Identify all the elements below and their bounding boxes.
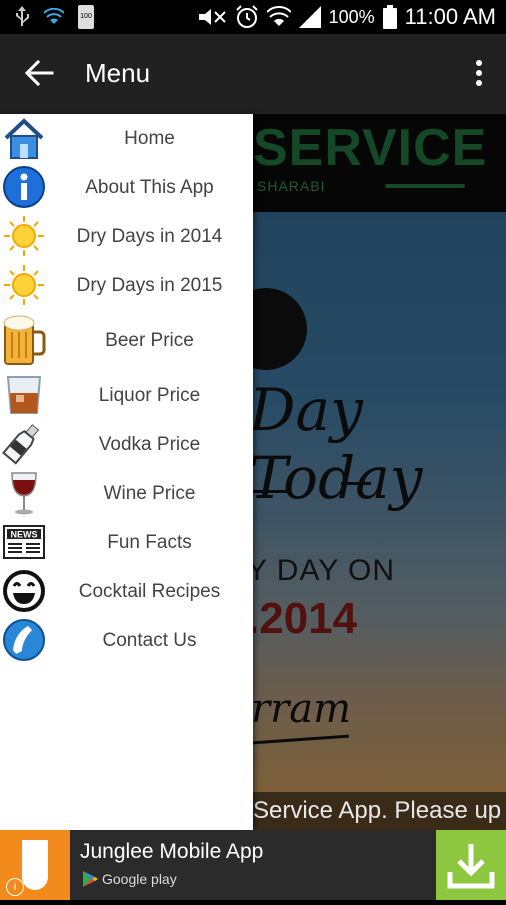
nav-item-label: Vodka Price — [98, 433, 201, 455]
nav-item-wine-price[interactable]: Wine Price — [0, 469, 253, 518]
nav-item-cocktail-recipes[interactable]: Cocktail Recipes — [0, 567, 253, 616]
ad-info-icon[interactable]: i — [6, 878, 24, 896]
signal-icon — [298, 6, 321, 28]
sun-icon — [4, 265, 44, 305]
status-bar: 100 100% 11:00 AM — [0, 0, 506, 34]
background-content: SERVICE SHARABI Day Today Y DAY ON .2014… — [253, 114, 506, 830]
home-icon — [4, 118, 44, 159]
page-title: Menu — [85, 58, 151, 88]
nav-item-about[interactable]: About This App — [0, 163, 253, 212]
junglee-logo-icon — [22, 840, 48, 890]
ad-title[interactable]: Junglee Mobile App — [80, 840, 263, 864]
overflow-dot-icon — [476, 70, 482, 76]
info-icon — [3, 166, 45, 208]
nav-item-vodka-price[interactable]: Vodka Price — [0, 420, 253, 469]
google-play-icon — [83, 871, 98, 887]
nav-item-label: About This App — [85, 176, 214, 198]
battery-percent: 100% — [328, 6, 375, 27]
ad-banner[interactable]: i Junglee Mobile App Google play — [0, 830, 506, 900]
nav-item-label: Home — [124, 127, 175, 149]
overflow-dot-icon — [476, 80, 482, 86]
drawer-scrim[interactable] — [253, 114, 506, 830]
nav-item-dry-days-2015[interactable]: Dry Days in 2015 — [0, 261, 253, 310]
alarm-icon — [235, 5, 258, 28]
nav-item-liquor-price[interactable]: Liquor Price — [0, 371, 253, 420]
back-button[interactable] — [22, 56, 56, 90]
overflow-menu-button[interactable] — [474, 60, 484, 90]
google-play-badge: Google play — [82, 870, 177, 888]
app-bar: Menu — [0, 34, 506, 114]
nav-item-label: Cocktail Recipes — [78, 580, 221, 602]
google-play-label: Google play — [102, 871, 177, 887]
ad-download-button[interactable] — [436, 830, 506, 900]
beer-mug-icon — [3, 315, 46, 365]
clock: 11:00 AM — [404, 4, 496, 29]
wifi-icon — [266, 6, 291, 26]
nav-item-home[interactable]: Home — [0, 114, 253, 163]
ad-app-logo[interactable]: i — [0, 830, 70, 900]
download-icon — [447, 844, 495, 889]
arrow-back-icon — [24, 59, 54, 87]
nav-item-fun-facts[interactable]: NEWS Fun Facts — [0, 518, 253, 567]
nav-item-label: Liquor Price — [98, 384, 201, 406]
news-icon: NEWS — [3, 525, 45, 559]
nav-item-contact-us[interactable]: Contact Us — [0, 616, 253, 665]
nav-item-label: Fun Facts — [107, 531, 192, 553]
svg-text:NEWS: NEWS — [11, 530, 38, 540]
nav-item-beer-price[interactable]: Beer Price — [0, 312, 253, 370]
wine-glass-icon — [11, 472, 37, 515]
smiley-icon — [3, 570, 45, 612]
marquee-text: Service App. Please up — [253, 792, 506, 830]
vodka-bottle-icon — [2, 424, 40, 465]
battery-icon — [382, 5, 397, 29]
wifi-small-icon — [44, 8, 64, 24]
mute-icon — [198, 9, 226, 25]
nav-item-dry-days-2014[interactable]: Dry Days in 2014 — [0, 212, 253, 261]
nav-item-label: Beer Price — [105, 330, 194, 351]
nav-item-label: Dry Days in 2015 — [76, 274, 223, 296]
nav-item-label: Dry Days in 2014 — [76, 225, 223, 247]
overflow-dot-icon — [476, 60, 482, 66]
sun-icon — [4, 216, 44, 256]
navigation-drawer: Home About This App Dry Days in 2014 Dry… — [0, 114, 253, 830]
nav-item-label: Contact Us — [102, 629, 197, 651]
whiskey-glass-icon — [6, 376, 42, 414]
phone-icon — [3, 619, 45, 661]
usb-icon — [16, 6, 29, 26]
battery-small-icon: 100 — [78, 5, 94, 29]
nav-item-label: Wine Price — [103, 482, 196, 504]
